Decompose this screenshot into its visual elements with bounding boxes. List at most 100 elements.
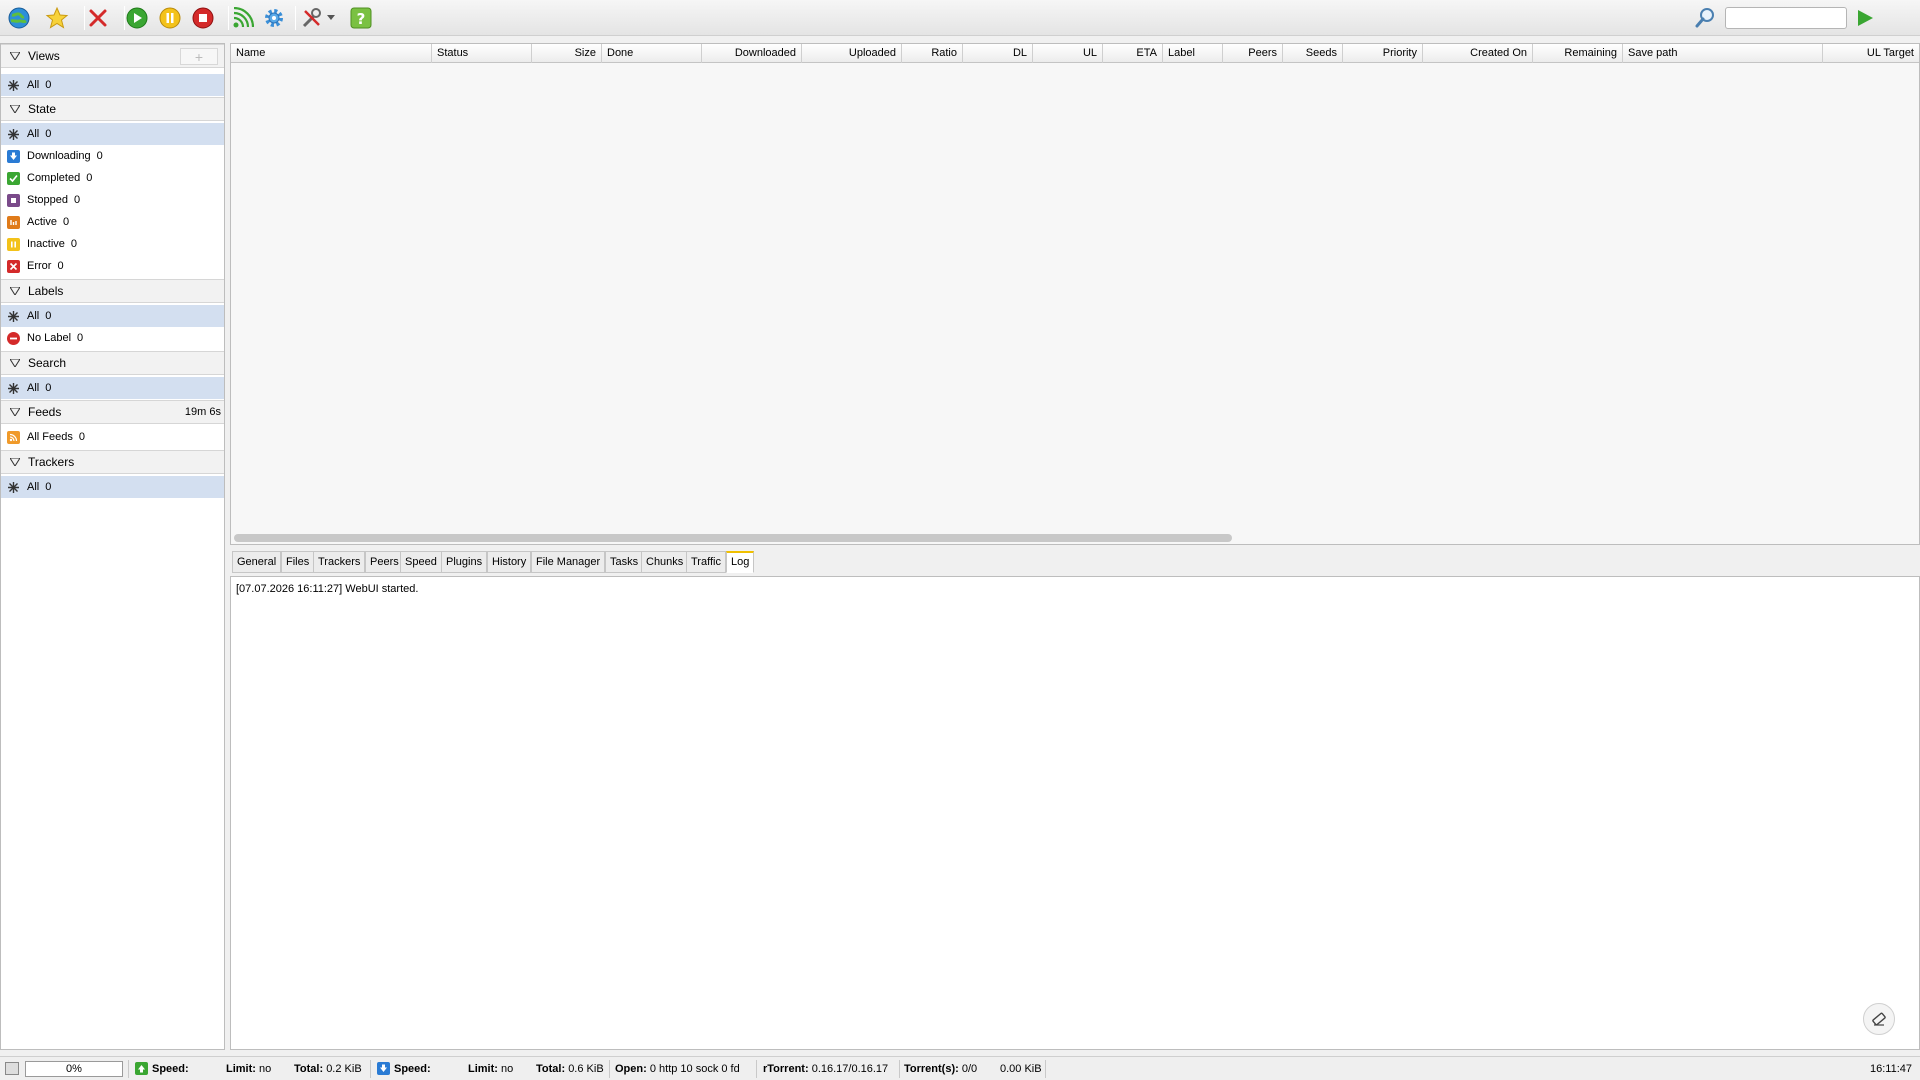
column-remaining[interactable]: Remaining: [1533, 44, 1623, 63]
item-count: 0: [45, 382, 52, 394]
help-icon[interactable]: ?: [348, 5, 374, 31]
rtorrent-version: 0.16.17/0.16.17: [811, 1063, 889, 1075]
add-torrent-globe-icon[interactable]: [6, 5, 32, 31]
state-item-completed[interactable]: Completed 0: [1, 167, 224, 189]
status-bar: 0% Speed: Limit: no Total: 0.2 KiB Speed…: [0, 1056, 1920, 1080]
tab-trackers[interactable]: Trackers: [313, 551, 366, 573]
item-label: Active: [27, 216, 57, 228]
window-toggle-icon[interactable]: [5, 1062, 19, 1075]
column-save-path[interactable]: Save path: [1623, 44, 1823, 63]
column-ul[interactable]: UL: [1033, 44, 1103, 63]
log-entry: [07.07.2026 16:11:27] WebUI started.: [236, 583, 419, 595]
all-icon: [7, 481, 20, 494]
search-input[interactable]: [1725, 7, 1847, 29]
column-seeds[interactable]: Seeds: [1283, 44, 1343, 63]
collapse-triangle-icon: [10, 105, 20, 113]
column-downloaded[interactable]: Downloaded: [702, 44, 802, 63]
item-count: 0: [77, 332, 84, 344]
search-item-all[interactable]: All 0: [1, 377, 224, 399]
state-item-inactive[interactable]: Inactive 0: [1, 233, 224, 255]
download-limit-label: Limit:: [468, 1063, 498, 1075]
all-icon: [7, 382, 20, 395]
start-icon[interactable]: [124, 5, 150, 31]
torrent-list[interactable]: Name Status Size Done Downloaded Uploade…: [230, 43, 1920, 545]
collapse-triangle-icon: [10, 359, 20, 367]
state-item-active[interactable]: Active 0: [1, 211, 224, 233]
stop-icon[interactable]: [190, 5, 216, 31]
column-eta[interactable]: ETA: [1103, 44, 1163, 63]
tab-chunks[interactable]: Chunks: [641, 551, 689, 573]
torrent-list-header: Name Status Size Done Downloaded Uploade…: [231, 44, 1919, 63]
item-count: 0: [45, 128, 52, 140]
column-dl[interactable]: DL: [963, 44, 1033, 63]
toolbar: ?: [0, 0, 1920, 36]
upload-limit-label: Limit:: [226, 1063, 256, 1075]
column-size[interactable]: Size: [532, 44, 602, 63]
state-item-downloading[interactable]: Downloading 0: [1, 145, 224, 167]
tools-icon[interactable]: [299, 5, 325, 31]
upload-limit-value[interactable]: no: [259, 1063, 271, 1075]
svg-text:?: ?: [357, 10, 366, 28]
settings-gear-icon[interactable]: [261, 5, 287, 31]
collapse-triangle-icon: [10, 287, 20, 295]
tab-files[interactable]: Files: [281, 551, 315, 573]
trackers-header[interactable]: Trackers: [1, 450, 224, 474]
tab-file-manager[interactable]: File Manager: [531, 551, 606, 573]
error-x-icon: [7, 259, 20, 273]
column-status[interactable]: Status: [432, 44, 532, 63]
clear-log-eraser-icon[interactable]: [1863, 1003, 1895, 1035]
tab-speed[interactable]: Speed: [400, 551, 442, 573]
column-done[interactable]: Done: [602, 44, 702, 63]
download-arrow-icon: [377, 1062, 390, 1075]
completed-check-icon: [7, 171, 20, 185]
state-header[interactable]: State: [1, 97, 224, 121]
state-item-stopped[interactable]: Stopped 0: [1, 189, 224, 211]
item-label: All: [27, 382, 40, 394]
star-icon[interactable]: [44, 5, 70, 31]
labels-header[interactable]: Labels: [1, 279, 224, 303]
views-header[interactable]: Views +: [1, 44, 224, 68]
torrents-value: 0/0: [961, 1063, 978, 1075]
labels-item-all[interactable]: All 0: [1, 305, 224, 327]
trackers-item-all[interactable]: All 0: [1, 476, 224, 498]
labels-item-no-label[interactable]: No Label 0: [1, 327, 224, 349]
feeds-title: Feeds: [28, 405, 62, 419]
item-count: 0: [45, 310, 52, 322]
remove-icon[interactable]: [85, 5, 111, 31]
column-name[interactable]: Name: [231, 44, 432, 63]
tab-traffic[interactable]: Traffic: [686, 551, 726, 573]
feeds-header[interactable]: Feeds 19m 6s: [1, 400, 224, 424]
tab-tasks[interactable]: Tasks: [605, 551, 644, 573]
tab-general[interactable]: General: [232, 551, 282, 573]
state-item-all[interactable]: All 0: [1, 123, 224, 145]
upload-speed-label: Speed:: [152, 1063, 189, 1075]
feeds-item-all-feeds[interactable]: All Feeds 0: [1, 426, 224, 448]
column-ratio[interactable]: Ratio: [902, 44, 963, 63]
tools-dropdown-chevron-down-icon[interactable]: [326, 5, 336, 31]
tab-plugins[interactable]: Plugins: [441, 551, 488, 573]
item-count: 0: [96, 150, 103, 162]
search-header[interactable]: Search: [1, 351, 224, 375]
column-label[interactable]: Label: [1163, 44, 1223, 63]
horizontal-scrollbar[interactable]: [234, 534, 1232, 542]
tab-log[interactable]: Log: [726, 551, 755, 573]
column-priority[interactable]: Priority: [1343, 44, 1423, 63]
tab-peers[interactable]: Peers: [365, 551, 404, 573]
pause-icon[interactable]: [157, 5, 183, 31]
item-label: No Label: [27, 332, 72, 344]
tab-history[interactable]: History: [487, 551, 532, 573]
column-ul-target[interactable]: UL Target: [1823, 44, 1919, 63]
add-view-button[interactable]: +: [180, 48, 218, 65]
search-go-icon[interactable]: [1852, 5, 1878, 31]
download-limit-value[interactable]: no: [501, 1063, 513, 1075]
no-label-icon: [7, 331, 20, 345]
views-item-all[interactable]: All 0: [1, 74, 224, 96]
state-item-error[interactable]: Error 0: [1, 255, 224, 277]
column-uploaded[interactable]: Uploaded: [802, 44, 902, 63]
upload-arrow-icon: [135, 1062, 148, 1075]
rss-icon[interactable]: [230, 5, 256, 31]
column-created-on[interactable]: Created On: [1423, 44, 1533, 63]
search-icon[interactable]: [1692, 5, 1718, 31]
item-label: All: [27, 79, 40, 91]
column-peers[interactable]: Peers: [1223, 44, 1283, 63]
